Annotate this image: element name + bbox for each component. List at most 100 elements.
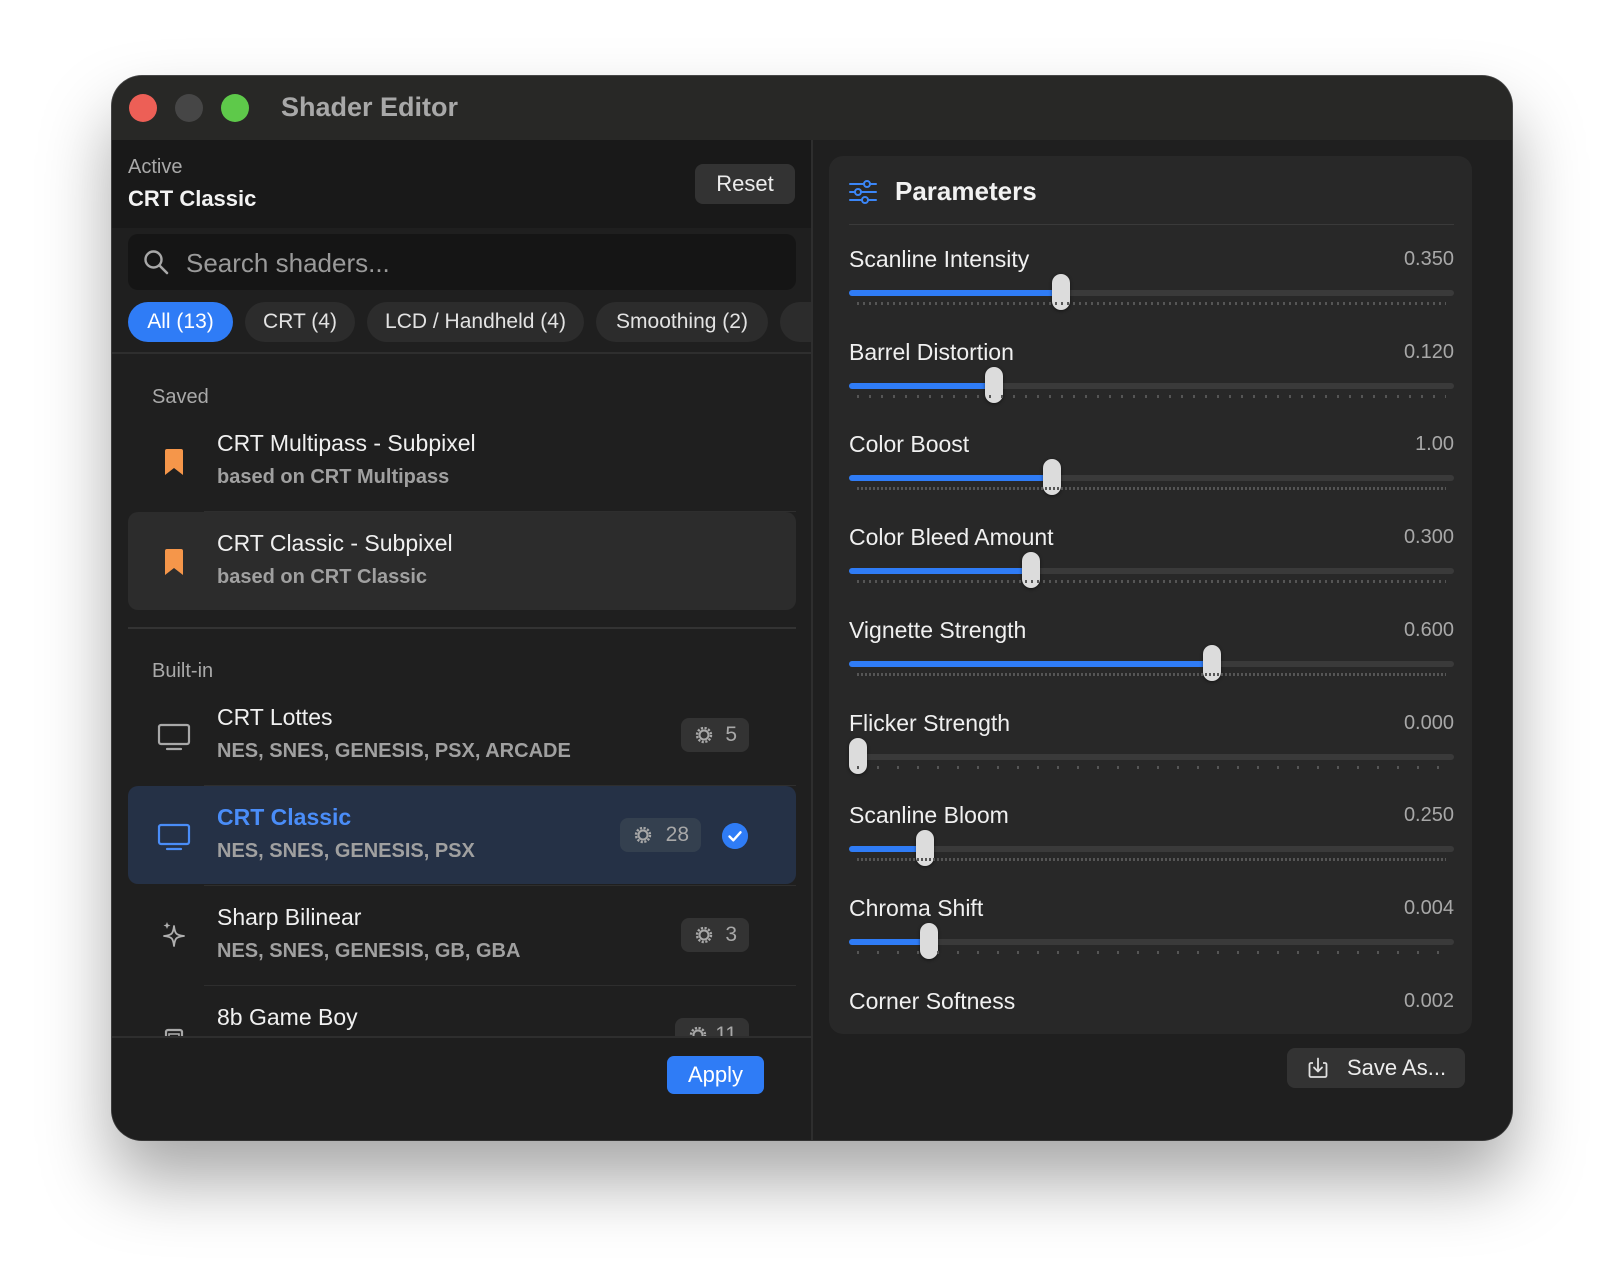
- parameter-slider[interactable]: [849, 737, 1454, 774]
- slider-ticks: [857, 858, 1446, 862]
- shader-title: 8b Game Boy: [217, 1004, 358, 1030]
- parameter-name: Barrel Distortion: [849, 338, 1014, 365]
- builtin-section-label: Built-in: [152, 660, 214, 682]
- builtin-shader-item[interactable]: 8b Game Boy GB 11: [128, 986, 796, 1036]
- parameter-name: Corner Softness: [849, 987, 1016, 1014]
- parameters-card: Parameters Scanline Intensity 0.350 Barrel…: [829, 156, 1472, 1034]
- parameter-row: Corner Softness 0.002: [849, 988, 1454, 1034]
- parameters-panel: Parameters Scanline Intensity 0.350 Barrel…: [813, 140, 1512, 1140]
- parameter-value: 0.004: [1403, 896, 1454, 919]
- shader-title: CRT Lottes: [217, 704, 333, 730]
- filter-chip-lcd-handheld[interactable]: LCD / Handheld (4): [367, 302, 584, 342]
- search-icon: [144, 250, 169, 275]
- parameter-value: 0.350: [1403, 248, 1454, 270]
- parameter-slider[interactable]: [849, 830, 1454, 867]
- left-footer: Apply: [112, 1036, 811, 1140]
- reset-button[interactable]: Reset: [695, 164, 795, 204]
- slider-ticks: [857, 580, 1446, 584]
- window-title: Shader Editor: [281, 92, 459, 122]
- shader-title: CRT Multipass - Subpixel: [217, 430, 476, 456]
- gear-icon: [695, 726, 713, 744]
- slider-fill: [849, 846, 925, 853]
- parameters-divider: [849, 224, 1454, 225]
- parameter-slider[interactable]: [849, 366, 1454, 403]
- param-count: 11: [715, 1023, 737, 1036]
- slider-fill: [849, 568, 1031, 575]
- slider-fill: [849, 938, 929, 945]
- parameter-slider[interactable]: [849, 459, 1454, 496]
- parameter-slider[interactable]: [849, 274, 1454, 310]
- shader-systems: NES, SNES, GENESIS, PSX, ARCADE: [217, 740, 571, 762]
- parameter-value: 0.250: [1403, 804, 1454, 827]
- parameter-value: 0.300: [1403, 526, 1454, 549]
- parameter-row: Flicker Strength 0.000: [849, 710, 1454, 803]
- parameter-name: Color Boost: [849, 431, 970, 458]
- param-count: 5: [725, 723, 737, 746]
- parameter-row: Barrel Distortion 0.120: [849, 339, 1454, 432]
- close-window-button[interactable]: [129, 94, 157, 122]
- shader-title: CRT Classic: [217, 804, 352, 830]
- search-box: [128, 234, 796, 292]
- builtin-shader-item[interactable]: Sharp Bilinear NES, SNES, GENESIS, GB, G…: [128, 886, 796, 984]
- parameter-row: Chroma Shift 0.004: [849, 895, 1454, 988]
- filter-chip-all[interactable]: All (13): [128, 302, 233, 342]
- filter-chip-more[interactable]: [780, 302, 811, 342]
- monitor-icon: [157, 723, 191, 751]
- slider-fill: [849, 660, 1212, 667]
- parameters-title: Parameters: [895, 176, 1037, 206]
- slider-fill: [849, 290, 1061, 296]
- builtin-shader-item-selected[interactable]: CRT Classic NES, SNES, GENESIS, PSX 28: [128, 786, 796, 884]
- shader-subtitle: based on CRT Multipass: [217, 466, 450, 488]
- saved-shader-item[interactable]: CRT Multipass - Subpixel based on CRT Mu…: [128, 412, 796, 510]
- zoom-window-button[interactable]: [221, 94, 249, 122]
- parameter-slider[interactable]: [849, 922, 1454, 959]
- title-bar: Shader Editor: [112, 76, 1512, 140]
- shader-editor-window: Shader Editor Active CRT Classic Reset A…: [112, 76, 1512, 1140]
- parameter-value: 0.000: [1403, 711, 1454, 734]
- parameter-slider[interactable]: [849, 644, 1454, 681]
- shader-list-panel: Active CRT Classic Reset All (13) CRT (4…: [112, 140, 813, 1140]
- parameter-name: Flicker Strength: [849, 709, 1011, 736]
- minimize-window-button[interactable]: [175, 94, 203, 122]
- gameboy-icon: [164, 1028, 184, 1036]
- slider-fill: [849, 475, 1052, 482]
- parameter-row: Vignette Strength 0.600: [849, 617, 1454, 710]
- parameter-value: 0.600: [1403, 618, 1454, 641]
- param-count-badge: 3: [681, 918, 749, 952]
- slider-ticks: [857, 765, 1439, 769]
- shader-title: Sharp Bilinear: [217, 904, 362, 930]
- slider-ticks: [857, 394, 1446, 398]
- save-as-button[interactable]: Save As...: [1287, 1048, 1465, 1088]
- parameter-row: Scanline Bloom 0.250: [849, 802, 1454, 895]
- gear-icon: [695, 926, 713, 944]
- checkmark-icon: [722, 823, 748, 849]
- param-count: 3: [725, 923, 737, 946]
- saved-shader-item[interactable]: CRT Classic - Subpixel based on CRT Clas…: [128, 512, 796, 610]
- builtin-shader-item[interactable]: CRT Lottes NES, SNES, GENESIS, PSX, ARCA…: [128, 686, 796, 784]
- param-count-badge: 28: [620, 818, 701, 852]
- active-label: Active: [128, 156, 183, 178]
- bookmark-icon: [165, 549, 183, 575]
- parameter-row: Color Boost 1.00: [849, 431, 1454, 524]
- apply-button[interactable]: Apply: [667, 1056, 764, 1094]
- monitor-icon: [157, 823, 191, 851]
- param-count: 28: [665, 823, 689, 846]
- parameter-name: Scanline Bloom: [849, 802, 1009, 829]
- param-count-badge: 5: [681, 718, 749, 752]
- parameter-value: 0.002: [1403, 989, 1454, 1012]
- slider-ticks: [857, 302, 1446, 305]
- shader-systems: NES, SNES, GENESIS, GB, GBA: [217, 940, 521, 962]
- parameter-name: Vignette Strength: [849, 616, 1027, 643]
- save-download-icon: [1308, 1057, 1328, 1078]
- gear-icon: [689, 1026, 707, 1036]
- parameter-name: Chroma Shift: [849, 894, 984, 921]
- bookmark-icon: [165, 449, 183, 475]
- sliders-icon: [849, 180, 877, 204]
- parameter-slider[interactable]: [849, 552, 1454, 589]
- shader-title: CRT Classic - Subpixel: [217, 530, 453, 556]
- save-as-label: Save As...: [1347, 1055, 1447, 1080]
- filter-chip-smoothing[interactable]: Smoothing (2): [596, 302, 768, 342]
- search-input[interactable]: [184, 234, 778, 292]
- filter-chip-crt[interactable]: CRT (4): [245, 302, 355, 342]
- parameter-value: 0.120: [1403, 340, 1454, 363]
